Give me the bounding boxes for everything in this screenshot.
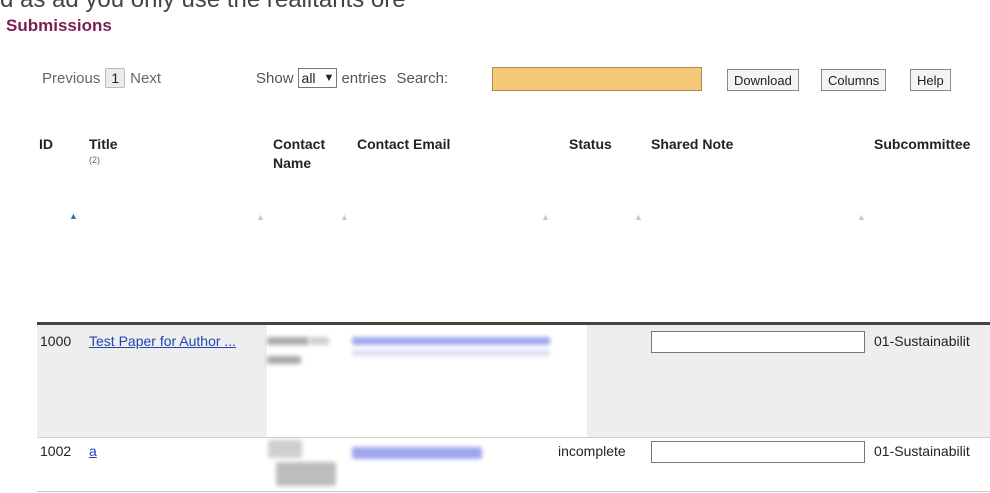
- sort-both-icon[interactable]: ▲: [541, 212, 550, 222]
- redacted-contact-name: [267, 356, 301, 364]
- column-header-title[interactable]: Title: [89, 135, 118, 154]
- cropped-text-line: d as ad you only use the realitants ore: [0, 0, 406, 14]
- column-header-status[interactable]: Status: [569, 135, 612, 154]
- redacted-contact-name: [267, 337, 309, 345]
- row-status: incomplete: [558, 443, 626, 459]
- entries-select-value: all: [301, 70, 316, 86]
- row-id: 1002: [40, 443, 72, 459]
- shared-note-input[interactable]: [651, 331, 865, 353]
- redacted-contact-email[interactable]: [352, 447, 482, 459]
- entries-select[interactable]: all ▼: [297, 68, 338, 88]
- column-header-subcommittee[interactable]: Subcommittee: [874, 135, 970, 154]
- row-divider: [37, 437, 990, 438]
- contact-name-line2: Name: [273, 155, 312, 171]
- column-header-contact-name[interactable]: Contact Name: [273, 135, 325, 173]
- download-button[interactable]: Download: [727, 69, 799, 91]
- row-subcommittee: 01-Sustainabilit: [874, 443, 970, 459]
- columns-button[interactable]: Columns: [821, 69, 887, 91]
- row-title-link[interactable]: a: [89, 443, 97, 459]
- page-number-button[interactable]: 1: [105, 68, 126, 88]
- row-id: 1000: [40, 333, 72, 349]
- previous-page-link[interactable]: Previous: [42, 70, 100, 87]
- next-page-link[interactable]: Next: [130, 70, 161, 87]
- redacted-contact-email: [352, 350, 550, 356]
- redacted-contact-name: [276, 462, 336, 486]
- column-header-id[interactable]: ID: [39, 135, 53, 154]
- sort-both-icon[interactable]: ▲: [634, 212, 643, 222]
- show-label: Show: [256, 69, 294, 87]
- entries-label: entries: [341, 69, 387, 87]
- redacted-contact-name: [309, 337, 329, 345]
- column-header-shared-note[interactable]: Shared Note: [651, 135, 733, 154]
- sort-both-icon[interactable]: ▲: [256, 212, 265, 222]
- sort-both-icon[interactable]: ▲: [857, 212, 866, 222]
- table-bottom-border: [37, 491, 990, 492]
- pagination: Previous 1 Next: [42, 68, 161, 88]
- row-title-link[interactable]: Test Paper for Author ...: [89, 333, 236, 349]
- search-input[interactable]: [492, 67, 702, 91]
- help-button[interactable]: Help: [910, 69, 951, 91]
- redacted-contact-email[interactable]: [352, 337, 550, 345]
- title-count: (2): [89, 155, 100, 165]
- page-title: Submissions: [6, 16, 112, 35]
- redacted-contact-name: [268, 440, 302, 458]
- column-header-contact-email[interactable]: Contact Email: [357, 135, 450, 154]
- sort-both-icon[interactable]: ▲: [340, 212, 349, 222]
- sort-ascending-icon[interactable]: ▲: [69, 211, 78, 221]
- search-label: Search:: [396, 69, 449, 87]
- shared-note-input[interactable]: [651, 441, 865, 463]
- row-subcommittee: 01-Sustainabilit: [874, 333, 970, 349]
- entries-length-control: Show all ▼ entries Search:: [256, 68, 448, 88]
- contact-name-line1: Contact: [273, 136, 326, 152]
- chevron-down-icon: ▼: [323, 72, 335, 84]
